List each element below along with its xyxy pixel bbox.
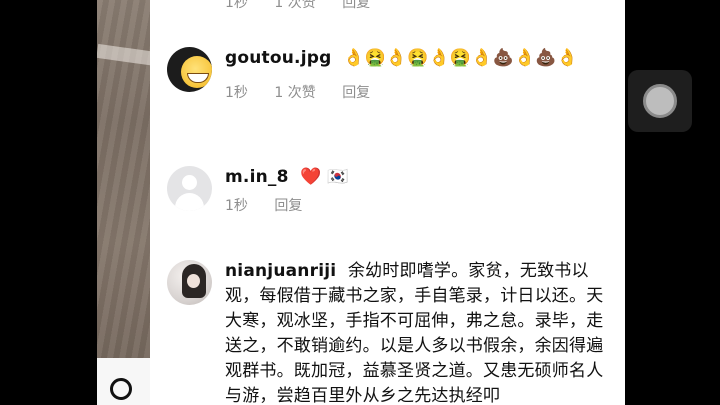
comment-content: m.in_8 ❤️ 🇰🇷 1秒 回复 — [225, 166, 605, 215]
comment-username[interactable]: m.in_8 — [225, 167, 289, 187]
comment-username[interactable]: nianjuanriji — [225, 261, 336, 281]
background-stripe — [97, 43, 150, 67]
comment-text: 余幼时即嗜学。家贫，无致书以观，每假借于藏书之家，手自笔录，计日以还。天大寒，观… — [225, 261, 604, 405]
comment-time: 1秒 — [225, 198, 248, 214]
comment-text: ❤️ 🇰🇷 — [300, 167, 349, 187]
reply-button[interactable]: 回复 — [342, 0, 370, 11]
like-count[interactable]: 1 次赞 — [274, 0, 315, 11]
comment-username[interactable]: goutou.jpg — [225, 48, 331, 68]
default-avatar-icon — [182, 175, 197, 190]
reply-button[interactable]: 回复 — [274, 198, 302, 214]
comment-meta: 1秒 1 次赞 回复 — [225, 82, 605, 102]
avatar[interactable] — [167, 166, 212, 211]
background-video-strip — [97, 0, 150, 405]
comment-text: 👌🤮👌🤮👌🤮👌💩👌💩👌 — [343, 48, 579, 68]
record-button[interactable] — [628, 70, 692, 132]
comment-text-block: nianjuanriji 余幼时即嗜学。家贫，无致书以观，每假借于藏书之家，手自… — [225, 259, 605, 405]
avatar-face — [187, 274, 200, 288]
comment-content: goutou.jpg 👌🤮👌🤮👌🤮👌💩👌💩👌 1秒 1 次赞 回复 — [225, 47, 605, 102]
avatar[interactable] — [167, 47, 212, 92]
avatar[interactable] — [167, 260, 212, 305]
search-icon[interactable] — [110, 378, 132, 400]
comments-panel: 1秒 1 次赞 回复 goutou.jpg 👌🤮👌🤮👌🤮👌💩👌💩👌 1秒 1 次… — [150, 0, 625, 405]
grinning-face-icon — [181, 56, 212, 88]
comment-time: 1秒 — [225, 85, 248, 101]
comment-content: nianjuanriji 余幼时即嗜学。家贫，无致书以观，每假借于藏书之家，手自… — [225, 259, 605, 405]
comment-meta: 1秒 回复 — [225, 195, 605, 215]
like-count[interactable]: 1 次赞 — [274, 85, 315, 101]
reply-button[interactable]: 回复 — [342, 85, 370, 101]
avatar-body — [175, 193, 204, 211]
comment-time: 1秒 — [225, 0, 248, 11]
comment-text-block: goutou.jpg 👌🤮👌🤮👌🤮👌💩👌💩👌 — [225, 47, 605, 70]
comment-text-block: m.in_8 ❤️ 🇰🇷 — [225, 166, 605, 189]
comment-meta-partial: 1秒 1 次赞 回复 — [225, 0, 392, 12]
record-button-icon — [643, 84, 677, 118]
